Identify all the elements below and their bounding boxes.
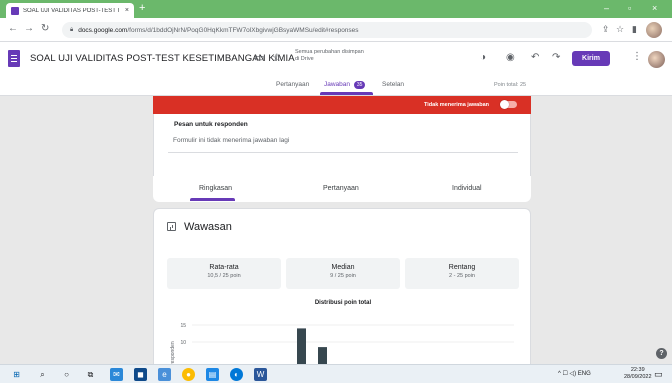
system-clock[interactable]: 22:39 28/09/2022: [624, 367, 652, 381]
range-label: Rentang: [448, 264, 476, 271]
back-arrow-icon[interactable]: ←: [8, 23, 18, 34]
browser-tab[interactable]: SOAL UJI VALIDITAS POST-TEST I ×: [6, 3, 134, 18]
tab-close-icon[interactable]: ×: [125, 7, 129, 14]
distribution-chart: 15 10 responden: [170, 323, 514, 364]
median-label: Median: [331, 264, 355, 271]
help-icon[interactable]: ?: [656, 348, 667, 359]
app-icon[interactable]: ◐: [230, 368, 243, 381]
share-icon[interactable]: ⇪: [602, 24, 610, 35]
edge-icon[interactable]: e: [158, 368, 171, 381]
tab-question[interactable]: Pertanyaan: [323, 185, 359, 192]
reload-icon[interactable]: ↻: [41, 23, 49, 34]
os-taskbar: ⊞ ⌕ ○ ⧉ ✉ ◼ e ● ▤ ◐ W ^ ☐ ◁) ENG 22:39 2…: [0, 364, 672, 383]
forms-favicon-icon: [11, 6, 19, 15]
bookmark-star-icon[interactable]: ☆: [616, 24, 624, 35]
median-stat: Median 9 / 25 poin: [286, 258, 400, 289]
windows-start-icon[interactable]: ⊞: [10, 368, 23, 381]
not-accepting-banner: Tidak menerima jawaban: [153, 96, 531, 114]
notification-icon[interactable]: ▭: [654, 369, 663, 380]
move-to-folder-icon[interactable]: ▭: [254, 51, 264, 64]
distribution-bar[interactable]: [318, 347, 327, 364]
active-tab-indicator: [320, 92, 373, 95]
word-icon[interactable]: W: [254, 368, 267, 381]
search-icon[interactable]: ⌕: [36, 368, 49, 381]
star-icon[interactable]: ☆: [272, 51, 282, 64]
browser-tab-bar: SOAL UJI VALIDITAS POST-TEST I × + – ▫ ×: [0, 0, 672, 18]
summary-tabs: Ringkasan Pertanyaan Individual: [153, 176, 531, 202]
mail-icon[interactable]: ✉: [110, 368, 123, 381]
y-tick-label: 10: [180, 340, 186, 346]
mean-value: 10,5 / 25 poin: [207, 273, 241, 279]
insights-title: Wawasan: [184, 221, 232, 233]
mean-label: Rata-rata: [209, 264, 239, 271]
customize-theme-icon[interactable]: ◑: [480, 52, 486, 63]
account-avatar[interactable]: [648, 51, 665, 68]
undo-icon[interactable]: ↶: [531, 52, 539, 63]
mean-stat: Rata-rata 10,5 / 25 poin: [167, 258, 281, 289]
y-axis-label: responden: [170, 341, 176, 364]
respondent-message-field[interactable]: Formulir ini tidak menerima jawaban lagi: [168, 131, 518, 153]
insights-chart-icon: [167, 222, 176, 231]
tab-individual[interactable]: Individual: [452, 185, 482, 192]
tab-settings[interactable]: Setelan: [382, 81, 404, 88]
distribution-title: Distribusi poin total: [314, 300, 372, 306]
preview-eye-icon[interactable]: ◉: [506, 52, 515, 63]
tab-summary[interactable]: Ringkasan: [199, 185, 232, 192]
forms-app-header: SOAL UJI VALIDITAS POST-TEST KESETIMBANG…: [0, 42, 672, 76]
form-tabs: Pertanyaan Jawaban 35 Setelan Poin total…: [0, 76, 672, 96]
browser-tab-title: SOAL UJI VALIDITAS POST-TEST I: [23, 7, 120, 14]
accepting-responses-toggle[interactable]: [500, 100, 517, 109]
total-points: Poin total: 25: [494, 82, 527, 88]
close-window-button[interactable]: ×: [652, 3, 657, 13]
chrome-icon[interactable]: ●: [182, 368, 195, 381]
y-tick-label: 15: [180, 323, 186, 329]
store-icon[interactable]: ◼: [134, 368, 147, 381]
url-text: docs.google.com/forms/d/1bddOjNrN/PoqG0H…: [78, 26, 359, 34]
minimize-window-button[interactable]: –: [604, 3, 609, 13]
send-button[interactable]: Kirim: [572, 51, 610, 66]
forward-arrow-icon[interactable]: →: [24, 23, 34, 34]
new-tab-button[interactable]: +: [139, 2, 145, 14]
browser-address-bar: ← → ↻ 🔒︎ docs.google.com/forms/d/1bddOjN…: [0, 18, 672, 42]
save-status[interactable]: Semua perubahan disimpan di Drive: [295, 49, 364, 63]
redo-icon[interactable]: ↷: [552, 52, 560, 63]
cortana-icon[interactable]: ○: [60, 368, 73, 381]
url-input[interactable]: 🔒︎ docs.google.com/forms/d/1bddOjNrN/Poq…: [62, 22, 592, 38]
maximize-window-button[interactable]: ▫: [628, 3, 631, 13]
google-forms-logo-icon[interactable]: [8, 50, 20, 67]
distribution-bar[interactable]: [297, 328, 306, 364]
respondent-message-title: Pesan untuk responden: [174, 121, 248, 128]
file-explorer-icon[interactable]: ▤: [206, 368, 219, 381]
more-options-icon[interactable]: ⋮: [632, 51, 642, 62]
summary-tab-indicator: [190, 198, 235, 201]
tab-responses[interactable]: Jawaban 35: [324, 81, 366, 89]
lock-icon: 🔒︎: [70, 26, 74, 33]
task-view-icon[interactable]: ⧉: [84, 368, 97, 381]
responses-content: Tidak menerima jawaban Pesan untuk respo…: [0, 96, 672, 364]
tab-questions[interactable]: Pertanyaan: [276, 81, 309, 88]
range-stat: Rentang 2 - 25 poin: [405, 258, 519, 289]
median-value: 9 / 25 poin: [330, 273, 356, 279]
not-accepting-label: Tidak menerima jawaban: [423, 102, 489, 108]
tab-responses-label: Jawaban: [324, 81, 351, 88]
browser-profile-avatar[interactable]: [646, 22, 662, 38]
system-tray[interactable]: ^ ☐ ◁) ENG: [558, 370, 591, 377]
insights-card: Wawasan Rata-rata 10,5 / 25 poin Median …: [153, 208, 531, 364]
range-value: 2 - 25 poin: [449, 273, 475, 279]
side-panel-icon[interactable]: ▮: [632, 24, 637, 35]
responses-count-badge: 35: [353, 81, 366, 89]
